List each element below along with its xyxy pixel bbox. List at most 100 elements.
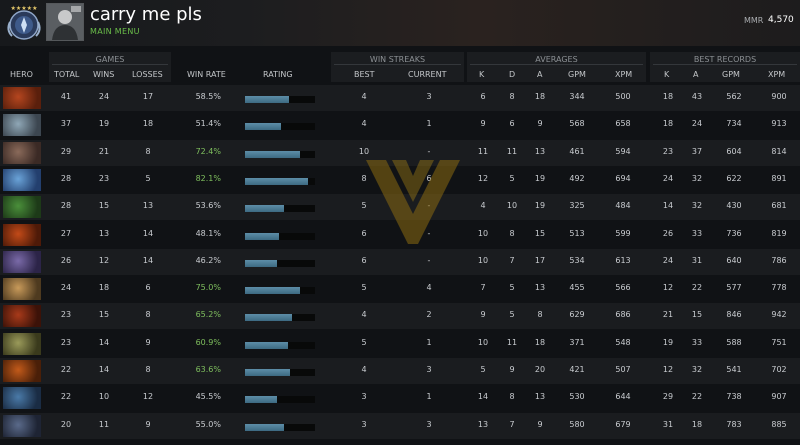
cell-best-xpm: 814 — [771, 146, 787, 156]
table-row[interactable]: 41 24 17 4 3 6 8 18 344 500 18 43 562 900 58.5% — [0, 85, 800, 111]
column-header-rating[interactable]: RATING — [263, 70, 293, 79]
cell-avg-k: 12 — [477, 173, 489, 183]
cell-avg-d: 5 — [509, 283, 515, 293]
column-header-losses[interactable]: LOSSES — [132, 70, 163, 79]
cell-avg-k: 10 — [477, 255, 489, 265]
cell-best-k: 24 — [662, 173, 674, 183]
cell-best-xpm: 778 — [771, 283, 787, 293]
cell-avg-a: 18 — [534, 92, 546, 101]
cell-streak-best: 3 — [361, 419, 367, 429]
cell-losses: 8 — [145, 146, 151, 156]
hero-portrait[interactable] — [3, 332, 41, 355]
hero-portrait[interactable] — [3, 250, 41, 273]
rating-bar — [245, 177, 315, 185]
cell-total: 24 — [60, 283, 72, 293]
cell-avg-xpm: 599 — [615, 228, 631, 238]
cell-wins: 23 — [98, 173, 110, 183]
cell-avg-d: 10 — [506, 201, 518, 211]
cell-total: 23 — [60, 310, 72, 320]
rating-bar — [245, 232, 315, 240]
hero-portrait[interactable] — [3, 360, 41, 382]
table-row[interactable]: 22 14 8 4 3 5 9 20 421 507 12 32 541 702 63.6% — [0, 358, 800, 384]
cell-avg-xpm: 507 — [615, 365, 631, 374]
cell-avg-gpm: 568 — [569, 119, 585, 129]
column-header-wins[interactable]: WINS — [93, 70, 114, 79]
cell-best-a: 18 — [691, 419, 703, 429]
cell-avg-d: 8 — [509, 392, 515, 402]
column-header-avg-a[interactable]: A — [537, 70, 542, 79]
cell-avg-k: 5 — [480, 365, 486, 374]
hero-portrait[interactable] — [3, 414, 41, 437]
cell-avg-xpm: 686 — [615, 310, 631, 320]
cell-avg-gpm: 580 — [569, 419, 585, 429]
cell-streak-current: - — [427, 146, 431, 156]
cell-wins: 19 — [98, 119, 110, 129]
hero-portrait[interactable] — [3, 141, 41, 164]
player-avatar[interactable] — [46, 3, 84, 41]
table-row[interactable]: 24 18 6 5 4 7 5 13 455 566 12 22 577 778 75.0% — [0, 276, 800, 302]
cell-best-gpm: 604 — [726, 146, 742, 156]
cell-avg-a: 15 — [534, 228, 546, 238]
column-header-best-a[interactable]: A — [693, 70, 698, 79]
column-header-best-xpm[interactable]: XPM — [768, 70, 785, 79]
column-header-avg-gpm[interactable]: GPM — [568, 70, 586, 79]
cell-avg-a: 8 — [537, 310, 543, 320]
cell-avg-a: 19 — [534, 201, 546, 211]
cell-avg-xpm: 500 — [615, 92, 631, 101]
table-row[interactable]: 26 12 14 6 - 10 7 17 534 613 24 31 640 786 46.2% — [0, 248, 800, 275]
table-row[interactable]: 23 14 9 5 1 10 11 18 371 548 19 33 588 751 60.9% — [0, 331, 800, 357]
cell-losses: 14 — [142, 228, 154, 238]
column-header-best-gpm[interactable]: GPM — [722, 70, 740, 79]
hero-portrait[interactable] — [3, 387, 41, 410]
main-menu-link[interactable]: MAIN MENU — [90, 27, 140, 36]
group-label-best-records: BEST RECORDS — [693, 55, 757, 64]
mmr-label: MMR — [744, 16, 764, 25]
cell-win-rate: 51.4% — [195, 119, 221, 129]
table-row[interactable]: 28 23 5 8 6 12 5 19 492 694 24 32 622 891 82.1% — [0, 167, 800, 193]
cell-avg-k: 7 — [480, 283, 486, 293]
hero-portrait[interactable] — [3, 87, 41, 109]
column-header-avg-k[interactable]: K — [479, 70, 484, 79]
cell-best-k: 23 — [662, 146, 674, 156]
cell-avg-a: 18 — [534, 337, 546, 347]
cell-wins: 15 — [98, 201, 110, 211]
column-header-current[interactable]: CURRENT — [408, 70, 446, 79]
column-header-win-rate[interactable]: WIN RATE — [187, 70, 226, 79]
cell-streak-best: 4 — [361, 310, 367, 320]
player-name: carry me pls — [90, 4, 202, 25]
column-header-best[interactable]: BEST — [354, 70, 375, 79]
column-header-hero[interactable]: HERO — [10, 70, 33, 79]
rating-bar-fill — [245, 96, 290, 103]
cell-win-rate: 65.2% — [195, 310, 221, 320]
table-row[interactable]: 23 15 8 4 2 9 5 8 629 686 21 15 846 942 65.2% — [0, 303, 800, 330]
cell-streak-best: 4 — [361, 119, 367, 129]
hero-portrait[interactable] — [3, 196, 41, 219]
cell-total: 41 — [60, 92, 72, 101]
rating-bar — [245, 123, 315, 131]
cell-total: 27 — [60, 228, 72, 238]
cell-best-gpm: 430 — [726, 201, 742, 211]
table-row[interactable]: 27 13 14 6 - 10 8 15 513 599 26 33 736 819 48.1% — [0, 222, 800, 248]
column-header-avg-xpm[interactable]: XPM — [615, 70, 632, 79]
hero-portrait[interactable] — [3, 168, 41, 191]
svg-text:★★★★★: ★★★★★ — [11, 5, 38, 12]
column-header-avg-d[interactable]: D — [509, 70, 515, 79]
cell-losses: 13 — [142, 201, 154, 211]
hero-portrait[interactable] — [3, 223, 41, 246]
table-row[interactable]: 20 11 9 3 3 13 7 9 580 679 31 18 783 885 55.0% — [0, 412, 800, 439]
column-header-total[interactable]: TOTAL — [54, 70, 79, 79]
table-row[interactable]: 28 15 13 5 - 4 10 19 325 484 14 32 430 681 53.6% — [0, 194, 800, 221]
cell-best-gpm: 541 — [726, 365, 742, 374]
column-header-best-k[interactable]: K — [664, 70, 669, 79]
cell-wins: 13 — [98, 228, 110, 238]
table-row[interactable]: 37 19 18 4 1 9 6 9 568 658 18 24 734 913 51.4% — [0, 112, 800, 138]
cell-best-a: 22 — [691, 283, 703, 293]
hero-portrait[interactable] — [3, 278, 41, 301]
table-row[interactable]: 29 21 8 10 - 11 11 13 461 594 23 37 604 814 72.4% — [0, 139, 800, 166]
cell-best-xpm: 702 — [771, 365, 787, 374]
cell-streak-best: 6 — [361, 228, 367, 238]
table-row[interactable]: 22 10 12 3 1 14 8 13 530 644 29 22 738 907 45.5% — [0, 385, 800, 411]
hero-portrait[interactable] — [3, 114, 41, 137]
hero-portrait[interactable] — [3, 305, 41, 328]
divider — [470, 64, 643, 65]
